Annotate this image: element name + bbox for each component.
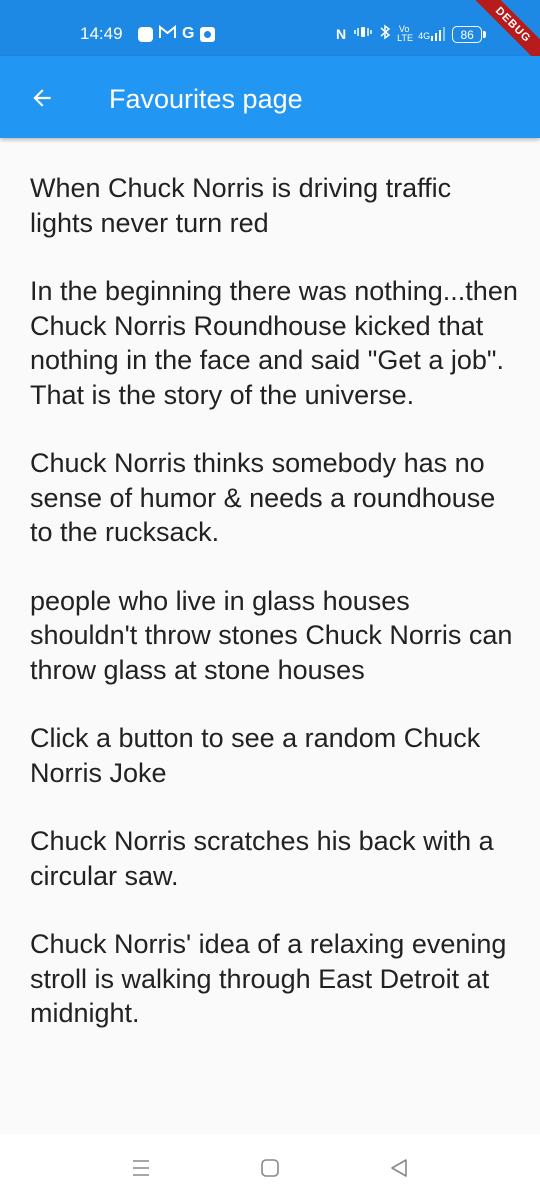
favourite-joke: When Chuck Norris is driving traffic lig… [30,173,452,238]
recents-icon [133,1160,149,1176]
favourite-joke: people who live in glass houses shouldn'… [30,585,513,685]
status-time: 14:49 [80,24,123,43]
favourite-joke: In the beginning there was nothing...the… [30,276,518,410]
recents-button[interactable] [121,1154,161,1182]
favourites-list: When Chuck Norris is driving traffic lig… [30,171,520,1065]
system-navigation-bar [0,1134,540,1200]
status-left-icons: G [138,24,216,43]
network-type-label: 4G [418,31,431,41]
favourite-joke: Chuck Norris thinks somebody has no sens… [30,448,496,547]
bluetooth-icon [380,24,391,44]
app-icon [138,26,153,42]
vibrate-icon [353,25,373,43]
gmail-icon [159,24,176,43]
favourite-joke: Chuck Norris' idea of a relaxing evening… [30,929,507,1028]
back-triangle-icon [391,1159,407,1177]
home-icon [261,1159,279,1177]
signal-icon: 4G [418,27,446,41]
home-button[interactable] [250,1154,290,1182]
arrow-back-icon [33,89,51,107]
nfc-icon: N [336,26,347,42]
page-title: Favourites page [109,84,303,114]
google-icon: G [182,25,195,42]
back-button[interactable] [22,78,62,118]
back-nav-button[interactable] [379,1154,419,1182]
favourite-joke: Chuck Norris scratches his back with a c… [30,826,494,891]
battery-icon: 86 [452,25,487,43]
shield-icon [200,26,216,42]
status-bar: 14:49 G N Vo LTE 4G 86 DEBUG [0,0,540,78]
app-bar: Favourites page [0,56,540,138]
status-right-icons: N Vo LTE 4G 86 [336,24,487,44]
favourite-joke: Click a button to see a random Chuck Nor… [30,723,481,788]
volte-icon: Vo LTE [397,24,413,43]
